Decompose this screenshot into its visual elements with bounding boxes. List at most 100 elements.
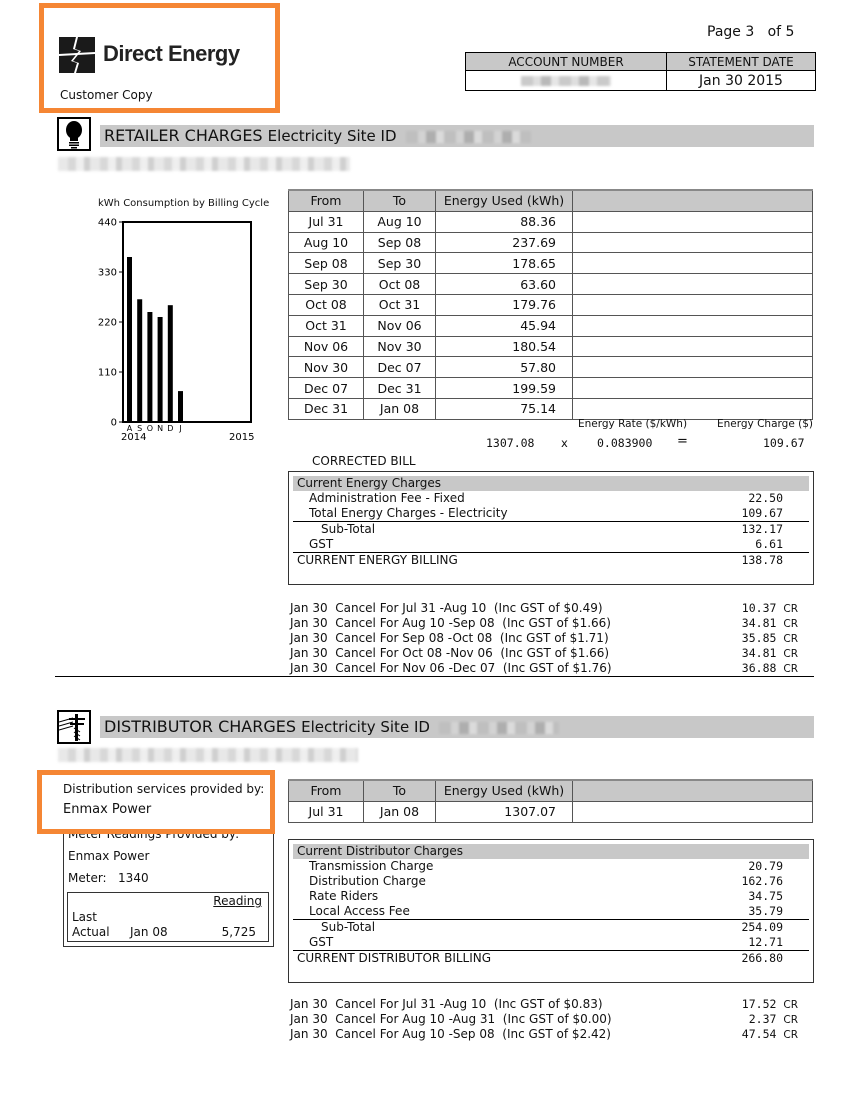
reading-type-actual: Actual	[72, 925, 110, 939]
direct-energy-logo: Direct Energy	[59, 37, 259, 77]
statement-date-value: Jan 30 2015	[666, 70, 816, 91]
usage-from: Sep 08	[288, 252, 364, 275]
usage-kwh: 178.65	[435, 252, 573, 275]
subtotal-row: Sub-Total 132.17	[293, 521, 809, 537]
reading-value: 5,725	[221, 925, 256, 939]
credit-row: Jan 30 Cancel For Jul 31 -Aug 10 (Inc GS…	[290, 601, 810, 616]
rate-value: 0.083900	[597, 436, 653, 450]
distributor-site-id-label: Electricity Site ID	[301, 718, 430, 736]
page-total: of 5	[767, 24, 795, 40]
usage-blank	[572, 231, 813, 254]
retailer-site-id-value	[405, 130, 531, 143]
energy-charge-label: Energy Charge ($)	[717, 418, 813, 430]
customer-copy-label: Customer Copy	[60, 88, 153, 102]
usage-from: Jul 31	[288, 210, 364, 233]
bar-D	[167, 305, 173, 422]
y-tick-label: 110	[98, 368, 117, 379]
account-number-value	[465, 70, 667, 91]
charge-row: Local Access Fee 35.79	[309, 904, 783, 918]
credit-amount: 10.37 CR	[741, 601, 798, 615]
retailer-section-header: RETAILER CHARGES Electricity Site ID	[100, 125, 814, 147]
x-category-label: O	[147, 424, 153, 433]
credit-date: Jan 30	[290, 616, 328, 630]
usage-kwh: 57.80	[435, 356, 573, 379]
total-billing-row: CURRENT DISTRIBUTOR BILLING 266.80	[293, 950, 809, 966]
credit-row: Jan 30 Cancel For Jul 31 -Aug 10 (Inc GS…	[290, 997, 810, 1012]
usage-row: Nov 06 Nov 30 180.54	[288, 335, 813, 358]
usage-row: Sep 30 Oct 08 63.60	[288, 273, 813, 295]
charge-row: Administration Fee - Fixed 22.50	[309, 491, 783, 505]
usage-to: Dec 07	[363, 356, 436, 379]
y-tick-label: 440	[98, 218, 117, 229]
x-year-start: 2014	[121, 432, 146, 443]
usage-blank	[572, 314, 813, 337]
distributor-section-header: DISTRIBUTOR CHARGES Electricity Site ID	[100, 716, 814, 738]
retailer-address-redacted	[58, 157, 350, 171]
credit-amount: 34.81 CR	[741, 646, 798, 660]
credit-desc: Cancel For Jul 31 -Aug 10 (Inc GST of $0…	[335, 997, 603, 1011]
usage-to: Sep 30	[363, 252, 436, 275]
reading-date: Jan 08	[130, 925, 168, 939]
y-tick-label: 330	[98, 268, 117, 279]
credit-row: Jan 30 Cancel For Aug 10 -Aug 31 (Inc GS…	[290, 1012, 810, 1027]
usage-row: Jul 31 Jan 08 1307.07	[288, 800, 813, 823]
total-billing-row: CURRENT ENERGY BILLING 138.78	[293, 552, 809, 568]
usage-blank	[572, 397, 813, 420]
credit-date: Jan 30	[290, 646, 328, 660]
chart-title: kWh Consumption by Billing Cycle	[98, 198, 270, 209]
usage-kwh: 63.60	[435, 273, 573, 295]
credit-amount: 36.88 CR	[741, 661, 798, 675]
bar-O	[147, 312, 153, 422]
consumption-chart: 0110220330440 ASONDJ 2014 2015	[98, 218, 255, 444]
lightbulb-icon	[57, 117, 91, 151]
rate-equals: =	[677, 434, 688, 449]
usage-blank	[572, 335, 813, 358]
usage-kwh: 180.54	[435, 335, 573, 358]
energy-rate-label: Energy Rate ($/kWh)	[578, 418, 688, 430]
reading-type-last: Last	[72, 910, 97, 924]
usage-blank	[572, 273, 813, 295]
retailer-charges-heading: Current Energy Charges	[293, 476, 809, 491]
credit-amount: 34.81 CR	[741, 616, 798, 630]
credit-amount: 17.52 CR	[741, 997, 798, 1011]
page-number: Page 3	[707, 24, 755, 40]
credit-row: Jan 30 Cancel For Sep 08 -Oct 08 (Inc GS…	[290, 631, 810, 646]
usage-to: Sep 08	[363, 231, 436, 254]
col-blank	[572, 778, 813, 802]
usage-row: Oct 08 Oct 31 179.76	[288, 293, 813, 316]
usage-from: Nov 30	[288, 356, 364, 379]
x-category-label: N	[157, 424, 163, 433]
usage-blank	[572, 293, 813, 316]
corrected-bill-label: CORRECTED BILL	[312, 454, 416, 468]
credit-desc: Cancel For Jul 31 -Aug 10 (Inc GST of $0…	[335, 601, 603, 615]
bar-S	[137, 299, 143, 422]
col-energy-used: Energy Used (kWh)	[435, 778, 573, 802]
usage-from: Dec 31	[288, 397, 364, 420]
distributor-usage-table: From To Energy Used (kWh) Jul 31 Jan 08 …	[288, 778, 813, 823]
credit-desc: Cancel For Nov 06 -Dec 07 (Inc GST of $1…	[335, 661, 612, 675]
usage-to: Aug 10	[363, 210, 436, 233]
usage-from: Oct 08	[288, 293, 364, 316]
subtotal-row: Sub-Total 254.09	[293, 919, 809, 935]
reading-inner-box: Reading Last Actual Jan 08 5,725	[67, 892, 269, 942]
charge-row: Total Energy Charges - Electricity 109.67	[309, 506, 783, 520]
charge-row: Transmission Charge 20.79	[309, 859, 783, 873]
account-info-table: ACCOUNT NUMBER STATEMENT DATE Jan 30 201…	[465, 52, 816, 91]
gst-row: GST 12.71	[309, 935, 783, 949]
usage-to: Oct 08	[363, 273, 436, 295]
usage-kwh: 88.36	[435, 210, 573, 233]
distributor-charges-box: Current Distributor Charges Transmission…	[288, 839, 814, 983]
usage-blank	[572, 210, 813, 233]
col-from: From	[288, 778, 364, 802]
x-year-end: 2015	[229, 432, 254, 443]
usage-from: Oct 31	[288, 314, 364, 337]
usage-row: Sep 08 Sep 30 178.65	[288, 252, 813, 275]
col-to: To	[363, 778, 436, 802]
page-indicator: Page 3 of 5	[707, 24, 794, 40]
meter-provider: Enmax Power	[68, 849, 150, 863]
col-blank	[572, 188, 813, 212]
credit-desc: Cancel For Sep 08 -Oct 08 (Inc GST of $1…	[335, 631, 609, 645]
credit-amount: 35.85 CR	[741, 631, 798, 645]
usage-row: Jul 31 Aug 10 88.36	[288, 210, 813, 233]
usage-row: Oct 31 Nov 06 45.94	[288, 314, 813, 337]
